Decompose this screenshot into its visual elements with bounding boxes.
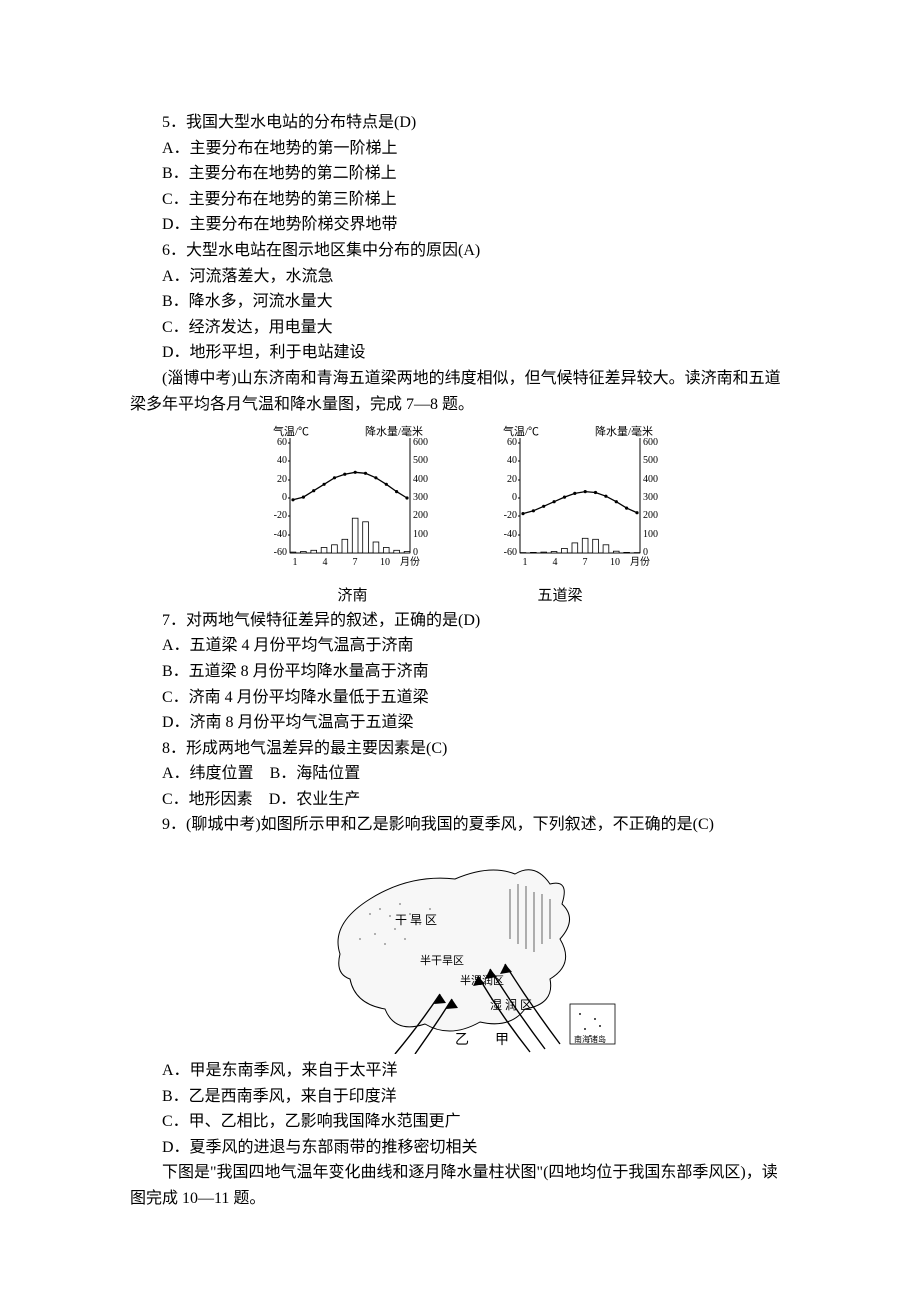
svg-text:乙: 乙	[455, 1032, 469, 1048]
q9-opt-a: A．甲是东南季风，来自于太平洋	[130, 1058, 790, 1084]
chart-jinan: 气温/℃ 降水量/毫米 60 40 20 0 -20 -40 -60	[245, 423, 445, 582]
svg-text:7: 7	[583, 557, 588, 568]
svg-text:半干旱区: 半干旱区	[420, 953, 464, 967]
svg-text:-40: -40	[504, 529, 517, 540]
svg-text:10: 10	[610, 557, 620, 568]
q9-stem: 9．(聊城中考)如图所示甲和乙是影响我国的夏季风，下列叙述，不正确的是(C)	[130, 812, 790, 838]
svg-text:60: 60	[277, 437, 287, 448]
svg-text:甲: 甲	[495, 1033, 509, 1048]
q5-stem: 5．我国大型水电站的分布特点是(D)	[130, 110, 790, 136]
climate-charts: 气温/℃ 降水量/毫米 60 40 20 0 -20 -40 -60	[130, 423, 790, 582]
svg-text:60: 60	[507, 437, 517, 448]
q7-stem: 7．对两地气候特征差异的叙述，正确的是(D)	[130, 608, 790, 634]
q8-opt-ab: A．纬度位置 B．海陆位置	[130, 761, 790, 787]
svg-text:气温/℃: 气温/℃	[273, 424, 309, 438]
caption-jinan: 济南	[337, 584, 367, 608]
q9-opt-c: C．甲、乙相比，乙影响我国降水范围更广	[130, 1109, 790, 1135]
svg-text:7: 7	[353, 557, 358, 568]
svg-text:100: 100	[643, 529, 658, 540]
q7-opt-d: D．济南 8 月份平均气温高于五道梁	[130, 710, 790, 736]
svg-text:气温/℃: 气温/℃	[503, 424, 539, 438]
svg-text:-60: -60	[274, 547, 287, 558]
q6-opt-c: C．经济发达，用电量大	[130, 315, 790, 341]
china-monsoon-map: 干 旱 区 半干旱区 半湿润区 湿 润 区 乙 甲	[130, 844, 790, 1054]
intro-7-8: (淄博中考)山东济南和青海五道梁两地的纬度相似，但气候特征差异较大。读济南和五道…	[130, 366, 790, 417]
svg-text:40: 40	[277, 455, 287, 466]
svg-text:1: 1	[523, 557, 528, 568]
document-page: 5．我国大型水电站的分布特点是(D) A．主要分布在地势的第一阶梯上 B．主要分…	[0, 0, 920, 1302]
q5-opt-c: C．主要分布在地势的第三阶梯上	[130, 187, 790, 213]
svg-text:0: 0	[512, 492, 517, 503]
q6-opt-d: D．地形平坦，利于电站建设	[130, 340, 790, 366]
svg-text:降水量/毫米: 降水量/毫米	[365, 424, 423, 438]
chart-captions: 济南 五道梁	[130, 584, 790, 608]
svg-text:1: 1	[293, 557, 298, 568]
q5-opt-b: B．主要分布在地势的第二阶梯上	[130, 161, 790, 187]
svg-text:-20: -20	[274, 510, 287, 521]
q5-opt-a: A．主要分布在地势的第一阶梯上	[130, 136, 790, 162]
svg-text:4: 4	[553, 557, 558, 568]
svg-text:600: 600	[413, 437, 428, 448]
svg-text:0: 0	[282, 492, 287, 503]
svg-text:300: 300	[643, 492, 658, 503]
q7-opt-c: C．济南 4 月份平均降水量低于五道梁	[130, 685, 790, 711]
q8-opt-cd: C．地形因素 D．农业生产	[130, 787, 790, 813]
q5-opt-d: D．主要分布在地势阶梯交界地带	[130, 212, 790, 238]
q6-stem: 6．大型水电站在图示地区集中分布的原因(A)	[130, 238, 790, 264]
svg-text:400: 400	[643, 474, 658, 485]
svg-text:40: 40	[507, 455, 517, 466]
intro-10-11: 下图是"我国四地气温年变化曲线和逐月降水量柱状图"(四地均位于我国东部季风区)，…	[130, 1160, 790, 1211]
svg-text:500: 500	[643, 455, 658, 466]
q6-opt-a: A．河流落差大，水流急	[130, 264, 790, 290]
q6-opt-b: B．降水多，河流水量大	[130, 289, 790, 315]
q7-opt-b: B．五道梁 8 月份平均降水量高于济南	[130, 659, 790, 685]
svg-text:降水量/毫米: 降水量/毫米	[595, 424, 653, 438]
svg-text:20: 20	[277, 474, 287, 485]
q8-stem: 8．形成两地气温差异的最主要因素是(C)	[130, 736, 790, 762]
svg-text:400: 400	[413, 474, 428, 485]
q9-opt-d: D．夏季风的进退与东部雨带的推移密切相关	[130, 1135, 790, 1161]
svg-text:10: 10	[380, 557, 390, 568]
q7-opt-a: A．五道梁 4 月份平均气温高于济南	[130, 633, 790, 659]
svg-text:500: 500	[413, 455, 428, 466]
chart-wudaoliang: 气温/℃ 降水量/毫米 60 40 20 0 -20 -40 -60 600 5…	[475, 423, 675, 582]
svg-text:月份: 月份	[630, 556, 650, 568]
svg-text:300: 300	[413, 492, 428, 503]
svg-text:-20: -20	[504, 510, 517, 521]
svg-text:600: 600	[643, 437, 658, 448]
svg-text:200: 200	[413, 510, 428, 521]
q9-opt-b: B．乙是西南季风，来自于印度洋	[130, 1084, 790, 1110]
svg-text:200: 200	[643, 510, 658, 521]
svg-text:20: 20	[507, 474, 517, 485]
svg-text:100: 100	[413, 529, 428, 540]
svg-text:4: 4	[323, 557, 328, 568]
svg-text:-60: -60	[504, 547, 517, 558]
svg-text:月份: 月份	[400, 556, 420, 568]
svg-text:干 旱 区: 干 旱 区	[395, 913, 437, 927]
caption-wudaoliang: 五道梁	[538, 584, 583, 608]
svg-text:南海诸岛: 南海诸岛	[574, 1034, 606, 1044]
svg-text:-40: -40	[274, 529, 287, 540]
